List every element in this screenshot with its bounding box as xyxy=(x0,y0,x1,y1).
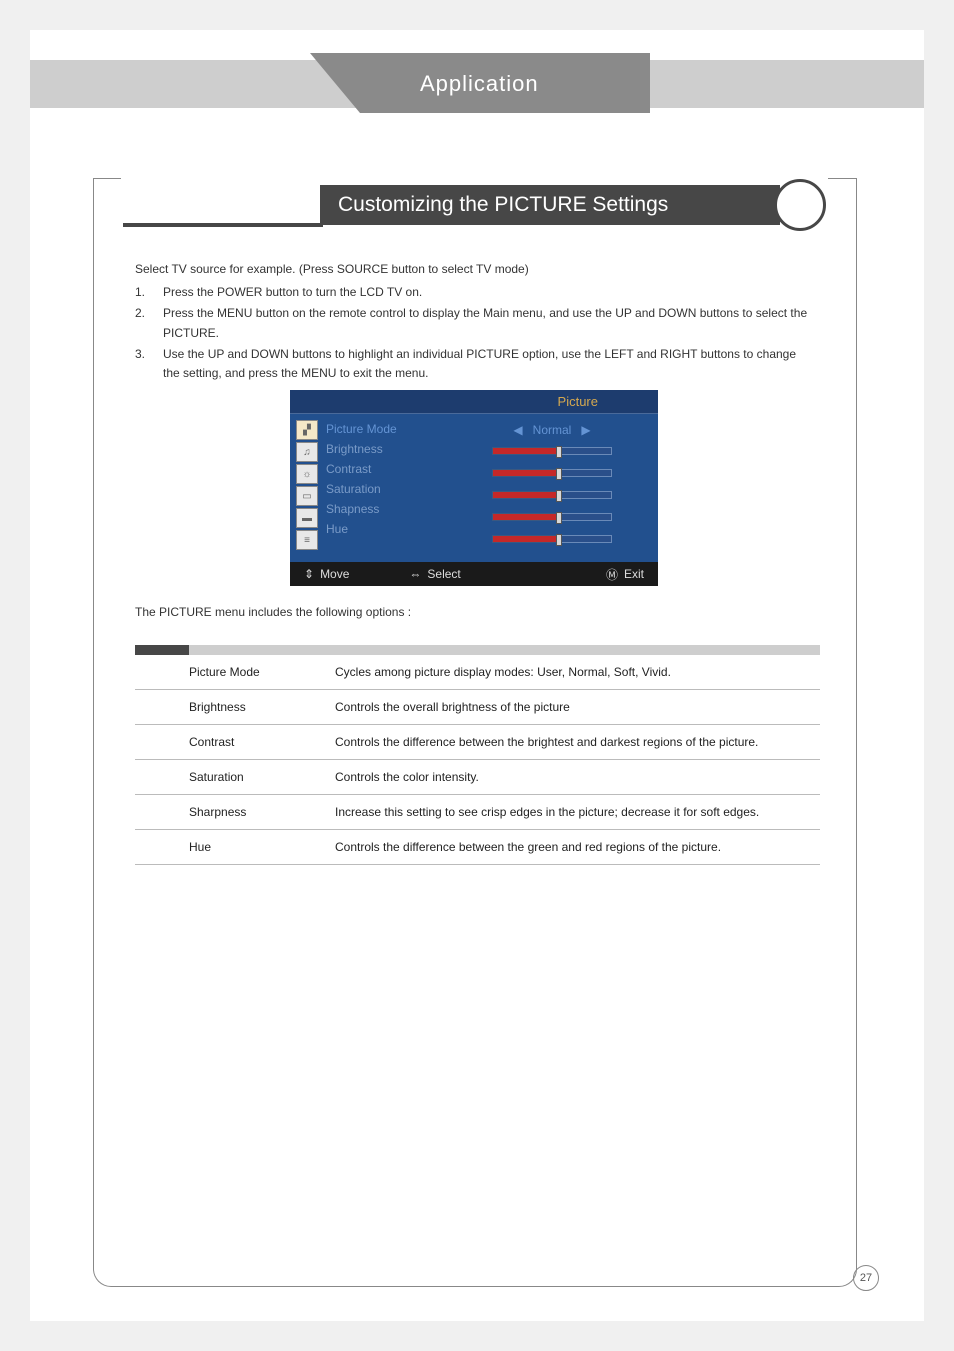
option-desc: Increase this setting to see crisp edges… xyxy=(335,805,820,819)
osd-item-label: Hue xyxy=(326,522,466,536)
option-name: Saturation xyxy=(135,770,335,784)
osd-value-row: ◀ Normal ▶ xyxy=(466,422,638,438)
step-text: Press the MENU button on the remote cont… xyxy=(163,304,815,342)
step-item: 1. Press the POWER button to turn the LC… xyxy=(135,283,815,302)
osd-values: ◀ Normal ▶ xyxy=(466,414,658,562)
page: Application Customizing the PICTURE Sett… xyxy=(30,30,924,1321)
option-desc: Controls the difference between the brig… xyxy=(335,735,820,749)
exit-label: Exit xyxy=(624,567,644,581)
section-lead-bar xyxy=(123,223,323,227)
osd-icon-column: ▞ ♫ ☼ ▭ ▬ ≡ xyxy=(290,414,326,562)
options-icon: ▭ xyxy=(296,486,318,506)
osd-item-label: Brightness xyxy=(326,442,466,456)
step-number: 3. xyxy=(135,345,163,383)
sound-icon: ♫ xyxy=(296,442,318,462)
slider xyxy=(492,513,612,523)
left-arrow-icon: ◀ xyxy=(513,423,522,437)
frame-top-left xyxy=(93,178,121,179)
step-text: Press the POWER button to turn the LCD T… xyxy=(163,283,815,302)
right-arrow-icon: ▶ xyxy=(581,423,590,437)
option-desc: Controls the difference between the gree… xyxy=(335,840,820,854)
osd-item-label: Shapness xyxy=(326,502,466,516)
section-bullet xyxy=(774,179,826,231)
slider xyxy=(492,491,612,501)
option-row: Hue Controls the difference between the … xyxy=(135,830,820,865)
step-text: Use the UP and DOWN buttons to highlight… xyxy=(163,345,815,383)
option-desc: Controls the color intensity. xyxy=(335,770,820,784)
options-header-bar xyxy=(135,645,820,655)
osd-item-label: Contrast xyxy=(326,462,466,476)
osd-labels: Picture Mode Brightness Contrast Saturat… xyxy=(326,414,466,562)
option-row: Brightness Controls the overall brightne… xyxy=(135,690,820,725)
menu-icon: Ⓜ xyxy=(606,566,618,583)
header-title: Application xyxy=(420,71,539,97)
slider xyxy=(492,535,612,545)
option-desc: Controls the overall brightness of the p… xyxy=(335,700,820,714)
osd-footer: ⇕ Move ⇔ Select Ⓜ Exit xyxy=(290,562,658,586)
move-hint: ⇕ Move xyxy=(304,567,349,581)
exit-hint: Ⓜ Exit xyxy=(606,566,644,583)
option-name: Sharpness xyxy=(135,805,335,819)
instructions: Select TV source for example. (Press SOU… xyxy=(135,260,815,385)
header-tab: Application xyxy=(310,53,650,113)
step-number: 1. xyxy=(135,283,163,302)
page-number: 27 xyxy=(853,1265,879,1291)
section-title: Customizing the PICTURE Settings xyxy=(338,193,668,217)
updown-icon: ⇕ xyxy=(304,567,314,581)
option-name: Contrast xyxy=(135,735,335,749)
osd-title: Picture xyxy=(558,394,598,409)
frame-top-right xyxy=(828,178,857,179)
picture-icon: ▞ xyxy=(296,420,318,440)
option-row: Contrast Controls the difference between… xyxy=(135,725,820,760)
options-intro: The PICTURE menu includes the following … xyxy=(135,605,411,619)
steps-list: 1. Press the POWER button to turn the LC… xyxy=(135,283,815,383)
osd-title-bar: Picture xyxy=(290,390,658,414)
step-number: 2. xyxy=(135,304,163,342)
osd-screenshot: Picture ▞ ♫ ☼ ▭ ▬ ≡ Picture Mode Brightn… xyxy=(290,390,658,586)
select-label: Select xyxy=(427,567,460,581)
select-hint: ⇔ Select xyxy=(409,567,460,581)
option-desc: Cycles among picture display modes: User… xyxy=(335,665,820,679)
screen-icon: ▬ xyxy=(296,508,318,528)
clock-icon: ☼ xyxy=(296,464,318,484)
step-item: 3. Use the UP and DOWN buttons to highli… xyxy=(135,345,815,383)
osd-body: ▞ ♫ ☼ ▭ ▬ ≡ Picture Mode Brightness Cont… xyxy=(290,414,658,562)
options-table: Picture Mode Cycles among picture displa… xyxy=(135,645,820,865)
move-label: Move xyxy=(320,567,349,581)
step-item: 2. Press the MENU button on the remote c… xyxy=(135,304,815,342)
intro-text: Select TV source for example. (Press SOU… xyxy=(135,260,815,279)
leftright-icon: ⇔ xyxy=(409,567,421,581)
option-row: Picture Mode Cycles among picture displa… xyxy=(135,655,820,690)
osd-slider-row xyxy=(466,532,638,548)
osd-slider-row xyxy=(466,444,638,460)
option-name: Brightness xyxy=(135,700,335,714)
list-icon: ≡ xyxy=(296,530,318,550)
osd-slider-row xyxy=(466,488,638,504)
osd-slider-row xyxy=(466,510,638,526)
osd-item-label: Picture Mode xyxy=(326,422,466,436)
osd-item-label: Saturation xyxy=(326,482,466,496)
section-heading: Customizing the PICTURE Settings xyxy=(320,185,780,225)
option-row: Sharpness Increase this setting to see c… xyxy=(135,795,820,830)
option-name: Picture Mode xyxy=(135,665,335,679)
slider xyxy=(492,469,612,479)
option-name: Hue xyxy=(135,840,335,854)
slider xyxy=(492,447,612,457)
option-row: Saturation Controls the color intensity. xyxy=(135,760,820,795)
osd-value: Normal xyxy=(533,423,572,437)
osd-slider-row xyxy=(466,466,638,482)
